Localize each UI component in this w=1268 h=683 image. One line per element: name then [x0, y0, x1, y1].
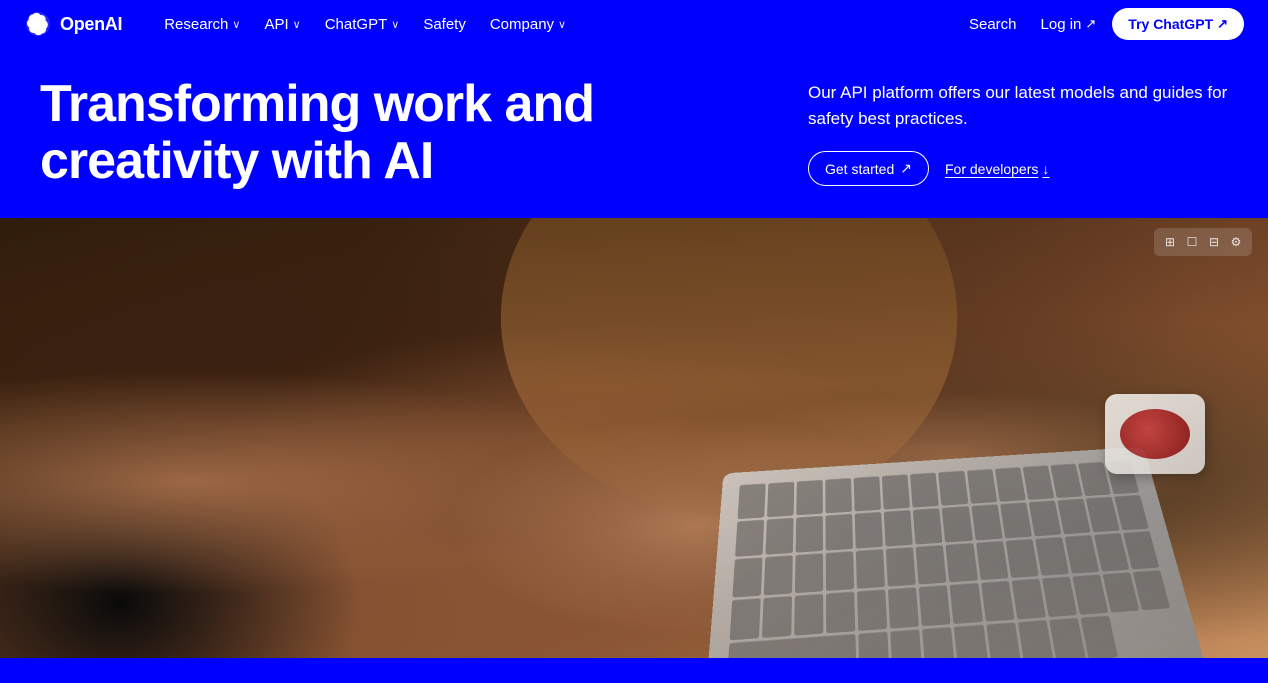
company-chevron-icon: ∨: [558, 18, 566, 31]
image-toolbar: ⊞ ☐ ⊟ ⚙: [1154, 228, 1252, 256]
get-started-button[interactable]: Get started ↗: [808, 151, 929, 186]
navbar: OpenAI Research ∨ API ∨ ChatGPT ∨ Safety…: [0, 0, 1268, 48]
brand-name: OpenAI: [60, 14, 122, 35]
api-chevron-icon: ∨: [293, 18, 301, 31]
for-developers-button[interactable]: For developers ↓: [945, 161, 1049, 177]
hero-image-section: ⊞ ☐ ⊟ ⚙: [0, 218, 1268, 658]
image-icon[interactable]: ⊟: [1204, 232, 1224, 252]
research-chevron-icon: ∨: [232, 18, 240, 31]
frame-icon[interactable]: ☐: [1182, 232, 1202, 252]
try-chatgpt-button[interactable]: Try ChatGPT ↗: [1112, 8, 1244, 40]
nav-api[interactable]: API ∨: [254, 10, 310, 39]
hero-photo: [0, 218, 1268, 658]
developers-arrow-icon: ↓: [1042, 161, 1049, 177]
search-button[interactable]: Search: [961, 10, 1025, 39]
nav-chatgpt[interactable]: ChatGPT ∨: [315, 10, 410, 39]
hero-title: Transforming work and creativity with AI: [40, 76, 600, 190]
nav-actions: Search Log in ↗ Try ChatGPT ↗: [961, 8, 1244, 40]
hero-section: Transforming work and creativity with AI…: [0, 48, 1268, 218]
phone-overlay: [1105, 394, 1205, 474]
login-button[interactable]: Log in ↗: [1033, 10, 1105, 39]
nav-research[interactable]: Research ∨: [154, 10, 250, 39]
settings-icon[interactable]: ⚙: [1226, 232, 1246, 252]
keyboard-overlay: [727, 460, 1183, 658]
try-arrow-icon: ↗: [1217, 16, 1228, 32]
nav-links: Research ∨ API ∨ ChatGPT ∨ Safety Compan…: [154, 10, 961, 39]
openai-logo-icon: [24, 10, 52, 38]
laptop-overlay: [706, 447, 1204, 658]
get-started-arrow-icon: ↗: [900, 160, 912, 177]
grid-view-icon[interactable]: ⊞: [1160, 232, 1180, 252]
nav-company[interactable]: Company ∨: [480, 10, 576, 39]
login-arrow-icon: ↗: [1085, 16, 1096, 32]
hero-left: Transforming work and creativity with AI: [40, 76, 748, 190]
hero-buttons: Get started ↗ For developers ↓: [808, 151, 1228, 186]
hero-right: Our API platform offers our latest model…: [808, 76, 1228, 186]
logo[interactable]: OpenAI: [24, 10, 122, 38]
nav-safety[interactable]: Safety: [413, 10, 476, 39]
chatgpt-chevron-icon: ∨: [391, 18, 399, 31]
hero-description: Our API platform offers our latest model…: [808, 80, 1228, 131]
